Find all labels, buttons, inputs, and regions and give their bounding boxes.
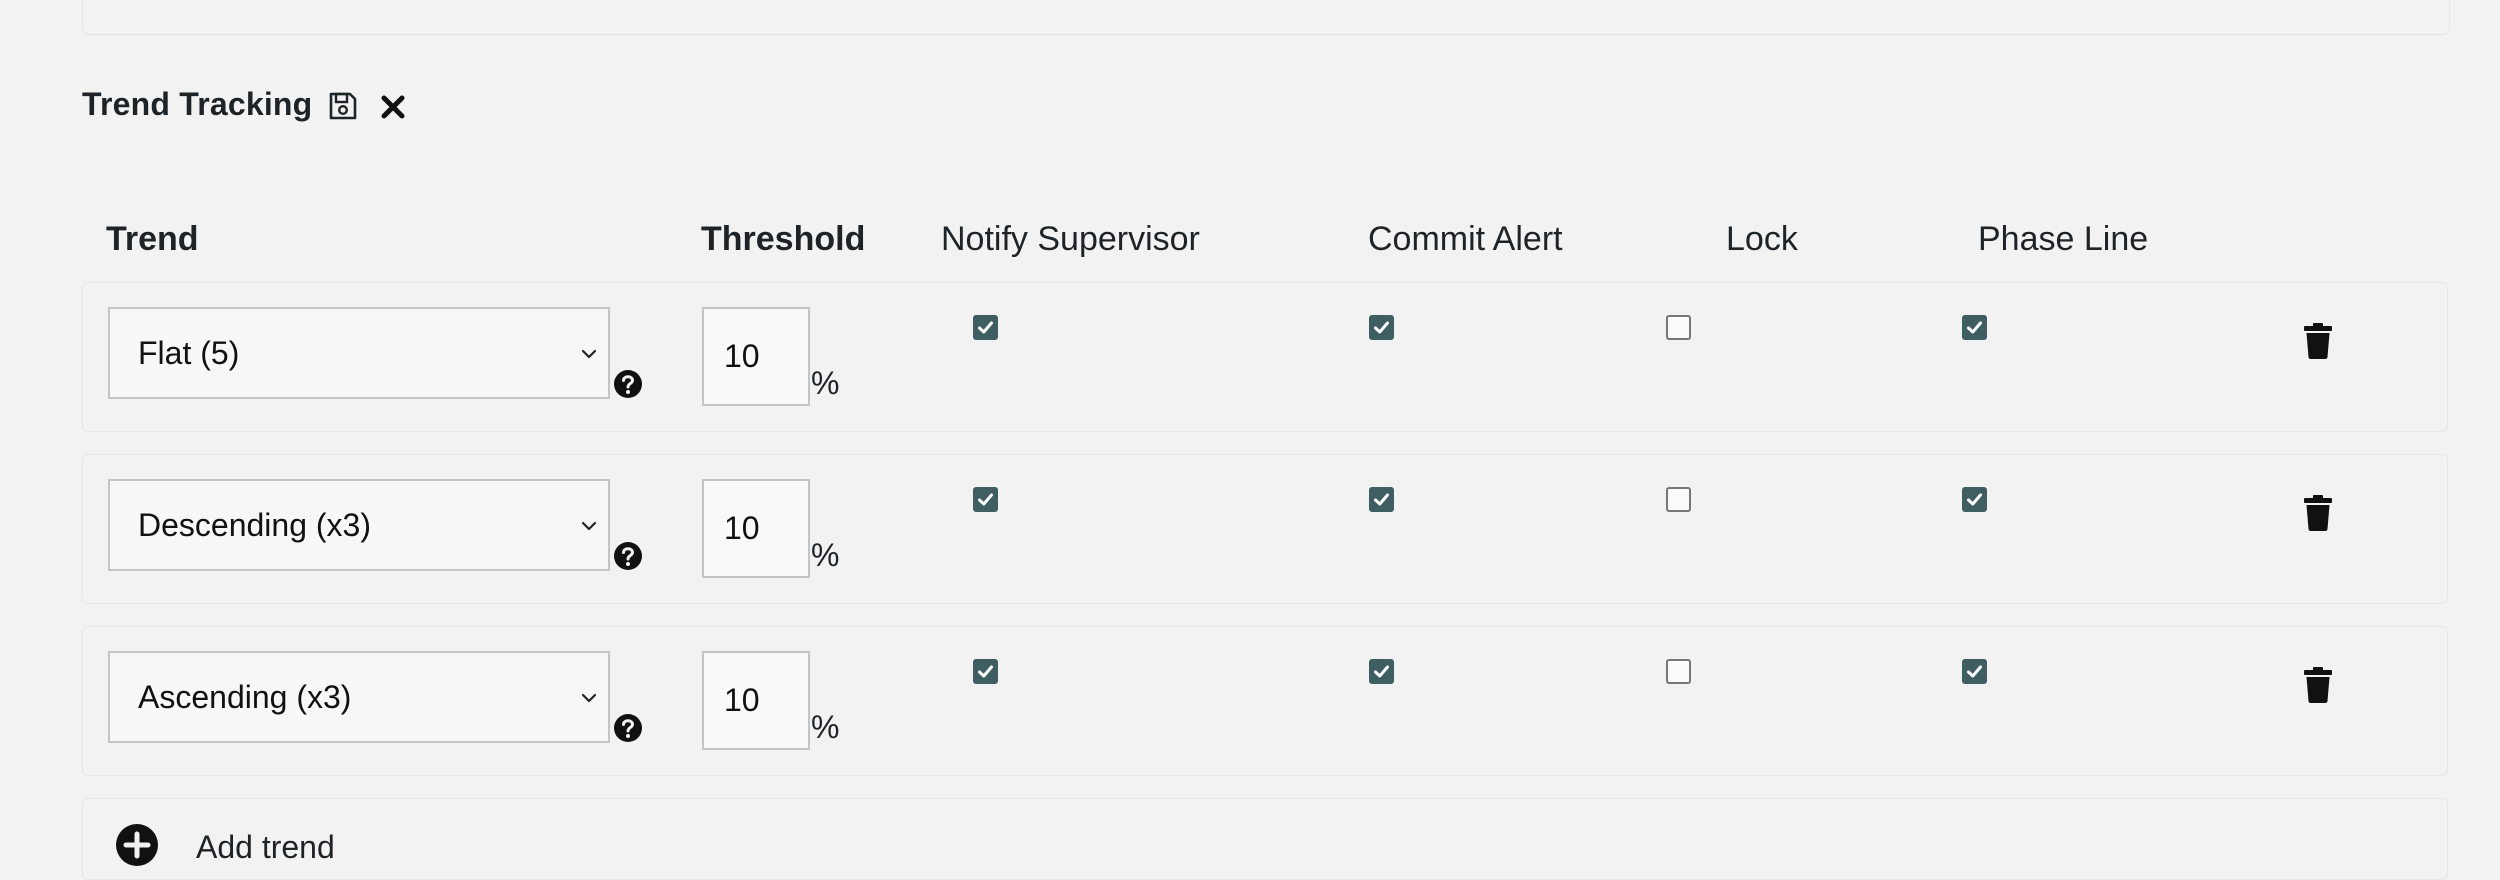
trend-row: Flat (5)%	[82, 282, 2448, 432]
threshold-unit: %	[811, 709, 840, 745]
help-icon[interactable]	[613, 369, 643, 399]
threshold-input[interactable]	[702, 479, 810, 578]
checkmark-icon	[1374, 493, 1389, 506]
lock-checkbox[interactable]	[1666, 315, 1691, 340]
checkmark-icon	[978, 493, 993, 506]
commit-alert-checkbox[interactable]	[1369, 487, 1394, 512]
add-trend-button[interactable]: Add trend	[196, 829, 335, 866]
notify-supervisor-checkbox[interactable]	[973, 659, 998, 684]
trend-select-value: Ascending (x3)	[138, 679, 352, 715]
commit-alert-checkbox[interactable]	[1369, 315, 1394, 340]
lock-checkbox[interactable]	[1666, 487, 1691, 512]
trash-icon[interactable]	[2304, 323, 2332, 359]
save-icon[interactable]	[328, 91, 358, 121]
phase-line-checkbox[interactable]	[1962, 487, 1987, 512]
help-icon[interactable]	[613, 541, 643, 571]
notify-supervisor-checkbox[interactable]	[973, 315, 998, 340]
checkmark-icon	[978, 665, 993, 678]
threshold-input[interactable]	[702, 307, 810, 406]
trend-row: Ascending (x3)%	[82, 626, 2448, 776]
threshold-unit: %	[811, 537, 840, 573]
trash-icon[interactable]	[2304, 667, 2332, 703]
section-title: Trend Tracking	[82, 86, 313, 122]
close-icon[interactable]	[380, 94, 406, 120]
help-icon[interactable]	[613, 713, 643, 743]
trend-select[interactable]: Descending (x3)	[108, 479, 610, 571]
checkmark-icon	[1374, 665, 1389, 678]
add-trend-row: Add trend	[82, 798, 2448, 880]
chevron-down-icon	[581, 693, 597, 703]
checkmark-icon	[1967, 493, 1982, 506]
previous-panel-edge	[82, 0, 2450, 35]
lock-checkbox[interactable]	[1666, 659, 1691, 684]
checkmark-icon	[1967, 665, 1982, 678]
col-header-notify-supervisor: Notify Supervisor	[941, 220, 1200, 258]
trend-select-value: Descending (x3)	[138, 507, 371, 543]
chevron-down-icon	[581, 521, 597, 531]
phase-line-checkbox[interactable]	[1962, 659, 1987, 684]
col-header-commit-alert: Commit Alert	[1368, 220, 1563, 258]
threshold-unit: %	[811, 365, 840, 401]
col-header-trend: Trend	[106, 220, 199, 258]
trend-select[interactable]: Ascending (x3)	[108, 651, 610, 743]
trash-icon[interactable]	[2304, 495, 2332, 531]
chevron-down-icon	[581, 349, 597, 359]
checkmark-icon	[978, 321, 993, 334]
col-header-phase-line: Phase Line	[1978, 220, 2149, 258]
col-header-threshold: Threshold	[701, 220, 866, 258]
trend-row: Descending (x3)%	[82, 454, 2448, 604]
plus-circle-icon[interactable]	[115, 823, 159, 867]
commit-alert-checkbox[interactable]	[1369, 659, 1394, 684]
col-header-lock: Lock	[1726, 220, 1798, 258]
phase-line-checkbox[interactable]	[1962, 315, 1987, 340]
trend-select[interactable]: Flat (5)	[108, 307, 610, 399]
threshold-input[interactable]	[702, 651, 810, 750]
notify-supervisor-checkbox[interactable]	[973, 487, 998, 512]
checkmark-icon	[1967, 321, 1982, 334]
checkmark-icon	[1374, 321, 1389, 334]
trend-select-value: Flat (5)	[138, 335, 240, 371]
